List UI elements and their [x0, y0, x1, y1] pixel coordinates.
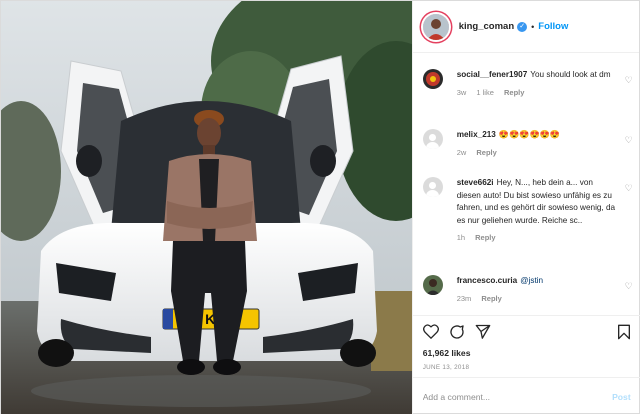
comment-like-heart-icon[interactable]: ♡	[625, 281, 633, 292]
post-actions: 61,962 likes JUNE 13, 2018	[412, 315, 640, 371]
comment-text: You should look at dm	[530, 70, 611, 79]
comment-text: 😍😍😍😍😍😍	[498, 130, 561, 139]
account-avatar-image	[422, 13, 449, 40]
comment-likes[interactable]: 1 like	[476, 88, 494, 97]
add-comment-bar: Post	[412, 377, 640, 414]
account-avatar[interactable]	[422, 13, 449, 40]
reply-button[interactable]: Reply	[476, 148, 496, 157]
post-side-panel: king_coman ✓ • Follow social__fener1907 Y…	[411, 1, 640, 414]
like-count[interactable]: 61,962 likes	[423, 348, 631, 358]
car-photo-illustration: K 6	[1, 1, 412, 414]
post-header: king_coman ✓ • Follow	[412, 1, 639, 53]
comment-item: francesco.curia @jstin 23m Reply ♡	[422, 275, 633, 305]
comment-like-heart-icon[interactable]: ♡	[625, 75, 633, 86]
comment-username[interactable]: francesco.curia	[457, 276, 518, 285]
red-badge-icon	[422, 69, 443, 89]
comment-item: steve662i Hey, N..., heb dein a... von di…	[422, 177, 633, 245]
paper-plane-icon[interactable]	[475, 324, 491, 344]
commenter-avatar[interactable]	[422, 69, 443, 89]
header-separator: •	[531, 21, 535, 32]
commenter-avatar[interactable]	[422, 129, 443, 149]
post-comment-button[interactable]: Post	[612, 392, 631, 402]
comment-mention[interactable]: @jstin	[520, 276, 543, 285]
account-username[interactable]: king_coman	[459, 21, 514, 32]
comments-list[interactable]: social__fener1907 You should look at dm 3…	[413, 53, 640, 315]
comment-item: social__fener1907 You should look at dm 3…	[422, 69, 633, 99]
comment-icon[interactable]	[449, 324, 465, 345]
reply-button[interactable]: Reply	[481, 294, 501, 303]
comment-like-heart-icon[interactable]: ♡	[625, 135, 633, 146]
comment-username[interactable]: social__fener1907	[457, 70, 528, 79]
comment-time[interactable]: 2w	[457, 148, 467, 157]
photo-avatar-icon	[422, 275, 443, 295]
commenter-avatar[interactable]	[422, 177, 443, 197]
commenter-avatar[interactable]	[422, 275, 443, 295]
follow-button[interactable]: Follow	[538, 21, 568, 32]
comment-time[interactable]: 23m	[457, 294, 472, 303]
post-date[interactable]: JUNE 13, 2018	[423, 364, 631, 371]
verified-badge-icon: ✓	[517, 21, 528, 32]
comment-item: melix_213 😍😍😍😍😍😍 2w Reply ♡	[422, 129, 633, 159]
post-photo[interactable]: K 6	[1, 1, 412, 414]
comment-time[interactable]: 1h	[457, 233, 465, 242]
reply-button[interactable]: Reply	[504, 88, 524, 97]
bookmark-icon[interactable]	[617, 324, 631, 345]
comment-like-heart-icon[interactable]: ♡	[625, 183, 633, 194]
comment-username[interactable]: steve662i	[457, 178, 494, 187]
reply-button[interactable]: Reply	[475, 233, 495, 242]
add-comment-input[interactable]	[422, 391, 613, 402]
heart-icon[interactable]	[422, 324, 439, 344]
instagram-post: K 6 king_coman	[0, 0, 640, 414]
comment-time[interactable]: 3w	[457, 88, 467, 97]
comment-username[interactable]: melix_213	[457, 130, 496, 139]
